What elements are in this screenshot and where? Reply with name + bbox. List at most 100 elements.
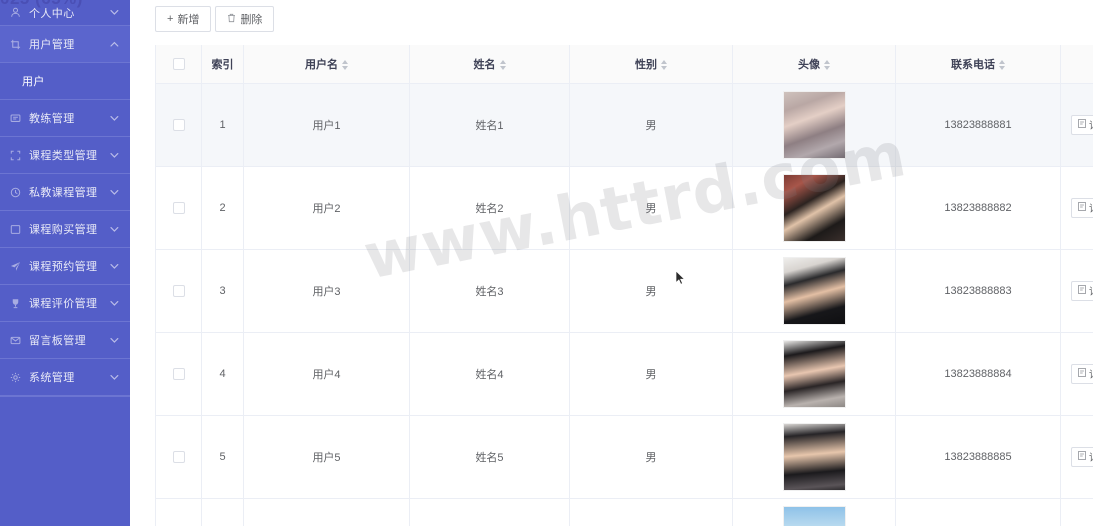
cell-username: 用户2 — [243, 166, 410, 250]
add-button[interactable]: + 新增 — [155, 6, 212, 32]
mail-icon — [9, 334, 22, 347]
cell-username: 用户5 — [243, 415, 410, 499]
table-row[interactable]: 6 详情 — [155, 498, 1093, 526]
sidebar-subitem-users[interactable]: 用户 — [0, 63, 130, 100]
users-table: 索引用户名姓名性别头像联系电话操作 1用户1姓名1男13823888881详情2… — [155, 45, 1093, 526]
message-icon — [9, 112, 22, 125]
cell-actions: 详情 — [1060, 332, 1093, 416]
table-row[interactable]: 5用户5姓名5男 13823888885 详情 — [155, 415, 1093, 499]
main-content: + 新增 删除 索引用户名姓名性别头像联系电话操作 1用户1姓名1男138238… — [130, 0, 1093, 526]
cell-phone: 13823888885 — [895, 415, 1061, 499]
row-select-checkbox[interactable] — [172, 367, 185, 380]
select-all-checkbox[interactable] — [172, 57, 185, 70]
sidebar-item-label: 用户管理 — [29, 39, 75, 51]
sidebar-item-8[interactable]: 留言板管理 — [0, 322, 130, 359]
sidebar-item-3[interactable]: 课程类型管理 — [0, 137, 130, 174]
cell-gender — [569, 498, 733, 526]
cell-gender: 男 — [569, 332, 733, 416]
sort-arrows-icon[interactable] — [661, 60, 667, 70]
sidebar-item-2[interactable]: 教练管理 — [0, 100, 130, 137]
row-checkbox-cell — [155, 498, 202, 526]
chevron-down-icon[interactable] — [109, 372, 120, 383]
table-row[interactable]: 1用户1姓名1男 13823888881 详情 — [155, 83, 1093, 167]
row-select-checkbox[interactable] — [172, 201, 185, 214]
chevron-down-icon[interactable] — [109, 335, 120, 346]
chevron-down-icon[interactable] — [109, 113, 120, 124]
window-icon — [9, 223, 22, 236]
avatar — [782, 256, 846, 325]
cell-actions: 详情 — [1060, 415, 1093, 499]
header-cell-username[interactable]: 用户名 — [243, 45, 410, 84]
sidebar-item-9[interactable]: 系统管理 — [0, 359, 130, 396]
cell-index: 2 — [201, 166, 244, 250]
detail-button[interactable]: 详情 — [1071, 446, 1093, 467]
sidebar-item-1[interactable]: 用户管理 — [0, 26, 130, 63]
document-icon — [1078, 202, 1086, 213]
table-row[interactable]: 4用户4姓名4男 13823888884 详情 — [155, 332, 1093, 416]
cell-phone: 13823888882 — [895, 166, 1061, 250]
row-checkbox-cell — [155, 332, 202, 416]
trash-icon — [227, 13, 236, 26]
header-cell-avatar[interactable]: 头像 — [732, 45, 896, 84]
plus-icon: + — [167, 12, 174, 25]
chevron-down-icon[interactable] — [109, 7, 120, 18]
sidebar-navigation: 个人中心 用户管理 用户 教练管理 课程类型管理 私教课程管理 课程购买管理 课程预约管理 课程… — [0, 0, 130, 526]
cell-username: 用户3 — [243, 249, 410, 333]
table-row[interactable]: 3用户3姓名3男 13823888883 详情 — [155, 249, 1093, 333]
header-cell-name[interactable]: 姓名 — [409, 45, 570, 84]
detail-button-label: 详情 — [1089, 117, 1093, 132]
sidebar-item-7[interactable]: 课程评价管理 — [0, 285, 130, 322]
header-cell-gender[interactable]: 性别 — [569, 45, 733, 84]
detail-button[interactable]: 详情 — [1071, 197, 1093, 218]
cell-name — [409, 498, 570, 526]
row-select-checkbox[interactable] — [172, 450, 185, 463]
trophy-icon — [9, 297, 22, 310]
chevron-down-icon[interactable] — [109, 187, 120, 198]
chevron-up-icon[interactable] — [109, 39, 120, 50]
cell-index: 1 — [201, 83, 244, 167]
detail-button-label: 详情 — [1089, 283, 1093, 298]
add-button-label: 新增 — [177, 14, 200, 26]
chevron-down-icon[interactable] — [109, 298, 120, 309]
cell-name: 姓名2 — [409, 166, 570, 250]
detail-button[interactable]: 详情 — [1071, 114, 1093, 135]
detail-button[interactable]: 详情 — [1071, 280, 1093, 301]
header-cell-phone[interactable]: 联系电话 — [895, 45, 1061, 84]
sidebar-item-6[interactable]: 课程预约管理 — [0, 248, 130, 285]
cell-phone: 13823888884 — [895, 332, 1061, 416]
sidebar-item-4[interactable]: 私教课程管理 — [0, 174, 130, 211]
sidebar-subitem-label: 用户 — [22, 76, 45, 88]
cell-avatar — [732, 415, 896, 499]
header-label-gender: 性别 — [635, 58, 657, 71]
crop-icon — [9, 38, 22, 51]
cell-avatar — [732, 249, 896, 333]
table-row[interactable]: 2用户2姓名2男 13823888882 详情 — [155, 166, 1093, 250]
detail-button[interactable]: 详情 — [1071, 363, 1093, 384]
delete-button-label: 删除 — [240, 14, 263, 26]
chevron-down-icon[interactable] — [109, 150, 120, 161]
cell-phone: 13823888883 — [895, 249, 1061, 333]
avatar — [782, 173, 846, 242]
chevron-down-icon[interactable] — [109, 261, 120, 272]
sort-arrows-icon[interactable] — [824, 60, 830, 70]
sidebar-item-5[interactable]: 课程购买管理 — [0, 211, 130, 248]
row-select-checkbox[interactable] — [172, 284, 185, 297]
sidebar-item-label: 课程预约管理 — [29, 261, 98, 273]
app-root: 个人中心 用户管理 用户 教练管理 课程类型管理 私教课程管理 课程购买管理 课程预约管理 课程… — [0, 0, 1093, 526]
table-header-row: 索引 用户名 姓名 性别 头像 联系电话 操作 — [155, 45, 1093, 84]
sidebar-item-label: 私教课程管理 — [29, 187, 98, 199]
sidebar-item-label: 教练管理 — [29, 113, 75, 125]
row-select-checkbox[interactable] — [172, 118, 185, 131]
table-toolbar: + 新增 删除 — [130, 0, 1093, 45]
sort-arrows-icon[interactable] — [999, 60, 1005, 70]
cell-actions: 详情 — [1060, 249, 1093, 333]
clock-icon — [9, 186, 22, 199]
sort-arrows-icon[interactable] — [499, 60, 506, 70]
cell-index: 5 — [201, 415, 244, 499]
chevron-down-icon[interactable] — [109, 224, 120, 235]
sort-arrows-icon[interactable] — [342, 60, 348, 70]
row-checkbox-cell — [155, 166, 202, 250]
cell-avatar — [732, 83, 896, 167]
cell-actions: 详情 — [1060, 83, 1093, 167]
delete-button[interactable]: 删除 — [215, 6, 275, 32]
